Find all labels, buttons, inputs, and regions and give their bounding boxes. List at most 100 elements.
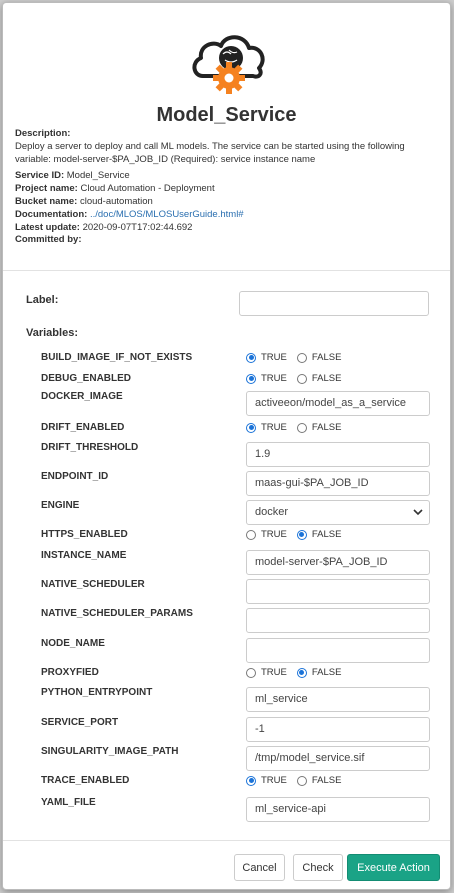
variable-input[interactable]	[246, 608, 430, 633]
bool-radio-group: TRUE FALSE	[246, 422, 351, 433]
variable-row: SINGULARITY_IMAGE_PATH/tmp/model_service…	[3, 746, 450, 774]
variable-name: PYTHON_ENTRYPOINT	[41, 687, 153, 698]
variable-input[interactable]: maas-gui-$PA_JOB_ID	[246, 471, 430, 496]
radio-false-label: FALSE	[311, 667, 342, 678]
service-dialog: Model_Service Description: Deploy a serv…	[2, 2, 451, 890]
bool-radio-group: TRUE FALSE	[246, 775, 351, 786]
label-field-label: Label:	[26, 294, 59, 306]
bool-radio-group: TRUE FALSE	[246, 373, 351, 384]
radio-false-dot[interactable]	[296, 373, 307, 384]
radio-true-label: TRUE	[261, 667, 287, 678]
radio-false-label: FALSE	[311, 352, 342, 363]
variable-name: NODE_NAME	[41, 638, 105, 649]
radio-false[interactable]: FALSE	[296, 775, 342, 786]
radio-true-label: TRUE	[261, 373, 287, 384]
description-text: Deploy a server to deploy and call ML mo…	[15, 140, 405, 165]
variable-value: activeeon/model_as_a_service	[255, 397, 407, 409]
chevron-down-icon[interactable]	[413, 507, 423, 517]
variable-input[interactable]: ml_service-api	[246, 797, 430, 822]
variable-row: ENDPOINT_ID maas-gui-$PA_JOB_ID	[3, 471, 450, 499]
radio-false-dot[interactable]	[296, 352, 307, 363]
variable-input[interactable]: model-server-$PA_JOB_ID	[246, 550, 430, 575]
variable-input[interactable]	[246, 579, 430, 604]
variable-name: TRACE_ENABLED	[41, 775, 130, 786]
bool-radio-group: TRUE FALSE	[246, 352, 351, 363]
radio-false-dot[interactable]	[296, 529, 307, 540]
radio-true-dot[interactable]	[246, 529, 256, 540]
variable-input[interactable]: 1.9	[246, 442, 430, 467]
variable-row: DOCKER_IMAGE activeeon/model_as_a_service	[3, 391, 450, 419]
variable-value: model-server-$PA_JOB_ID	[255, 556, 388, 568]
radio-true-dot[interactable]	[246, 422, 256, 433]
variable-row: DRIFT_THRESHOLD 1.9	[3, 442, 450, 470]
variable-value: ml_service-api	[255, 803, 326, 815]
label-input[interactable]	[239, 291, 429, 316]
latest-update-value: 2020-09-07T17:02:44.692	[82, 221, 193, 233]
radio-true-label: TRUE	[261, 775, 287, 786]
committed-by-label: Committed by:	[15, 234, 82, 246]
radio-true-dot[interactable]	[246, 373, 256, 384]
variable-input[interactable]: -1	[246, 717, 430, 742]
bucket-value: cloud-automation	[79, 195, 153, 207]
radio-false-dot[interactable]	[296, 422, 307, 433]
variable-name: INSTANCE_NAME	[41, 550, 127, 561]
project-label: Project name:	[15, 183, 78, 195]
variable-name: ENGINE	[41, 500, 80, 511]
variable-name: NATIVE_SCHEDULER_PARAMS	[41, 608, 193, 619]
radio-true-label: TRUE	[261, 352, 287, 363]
radio-false[interactable]: FALSE	[296, 373, 341, 384]
documentation-link[interactable]: ../doc/MLOS/MLOSUserGuide.html#	[90, 209, 244, 220]
variable-name: YAML_FILE	[41, 797, 96, 808]
variable-select[interactable]: docker	[246, 500, 430, 525]
radio-false[interactable]: FALSE	[296, 422, 341, 433]
service-id-value: Model_Service	[66, 170, 130, 182]
variable-name: HTTPS_ENABLED	[41, 529, 128, 540]
description-label: Description:	[15, 128, 71, 139]
radio-true[interactable]: TRUE	[246, 775, 287, 786]
bool-radio-group: TRUE FALSE	[246, 667, 351, 678]
variable-row: ENGINE docker	[3, 500, 450, 528]
variable-input[interactable]: ml_service	[246, 687, 430, 712]
radio-false[interactable]: FALSE	[296, 352, 342, 363]
service-id-label: Service ID:	[15, 170, 65, 182]
radio-false-label: FALSE	[311, 775, 342, 786]
cancel-button[interactable]: Cancel	[234, 854, 285, 881]
variable-name: SINGULARITY_IMAGE_PATH	[41, 746, 179, 757]
variable-row: NATIVE_SCHEDULER	[3, 579, 450, 607]
variable-name: BUILD_IMAGE_IF_NOT_EXISTS	[41, 352, 193, 363]
variable-value: docker	[255, 506, 289, 518]
radio-false-dot[interactable]	[296, 667, 307, 678]
radio-false-label: FALSE	[311, 529, 342, 540]
variable-row: INSTANCE_NAME model-server-$PA_JOB_ID	[3, 550, 450, 578]
variable-name: DRIFT_ENABLED	[41, 422, 125, 433]
radio-true-dot[interactable]	[246, 667, 256, 678]
radio-true-dot[interactable]	[246, 352, 256, 363]
variable-value: /tmp/model_service.sif	[255, 752, 365, 764]
variable-name: DOCKER_IMAGE	[41, 391, 123, 402]
radio-true-label: TRUE	[261, 422, 287, 433]
variable-value: 1.9	[255, 448, 271, 460]
radio-true-label: TRUE	[261, 529, 287, 540]
execute-action-button[interactable]: Execute Action	[347, 854, 440, 881]
variable-value: -1	[255, 723, 265, 735]
radio-true[interactable]: TRUE	[246, 667, 287, 678]
variable-value: ml_service	[255, 693, 308, 705]
radio-true[interactable]: TRUE	[246, 422, 287, 433]
variable-input[interactable]	[246, 638, 430, 663]
variable-row: SERVICE_PORT -1	[3, 717, 450, 745]
radio-true-dot[interactable]	[246, 775, 256, 786]
dialog-footer: Cancel Check Execute Action	[3, 840, 450, 889]
variable-input[interactable]: activeeon/model_as_a_service	[246, 391, 430, 416]
radio-true[interactable]: TRUE	[246, 529, 287, 540]
radio-false[interactable]: FALSE	[296, 529, 342, 540]
radio-false[interactable]: FALSE	[296, 667, 342, 678]
check-button[interactable]: Check	[293, 854, 343, 881]
variable-value: maas-gui-$PA_JOB_ID	[255, 477, 369, 489]
service-header: Model_Service Description: Deploy a serv…	[3, 3, 450, 271]
variable-input[interactable]: /tmp/model_service.sif	[246, 746, 430, 771]
radio-false-dot[interactable]	[296, 775, 307, 786]
variable-name: ENDPOINT_ID	[41, 471, 109, 482]
radio-true[interactable]: TRUE	[246, 373, 287, 384]
variable-row: NODE_NAME	[3, 638, 450, 666]
radio-true[interactable]: TRUE	[246, 352, 287, 363]
